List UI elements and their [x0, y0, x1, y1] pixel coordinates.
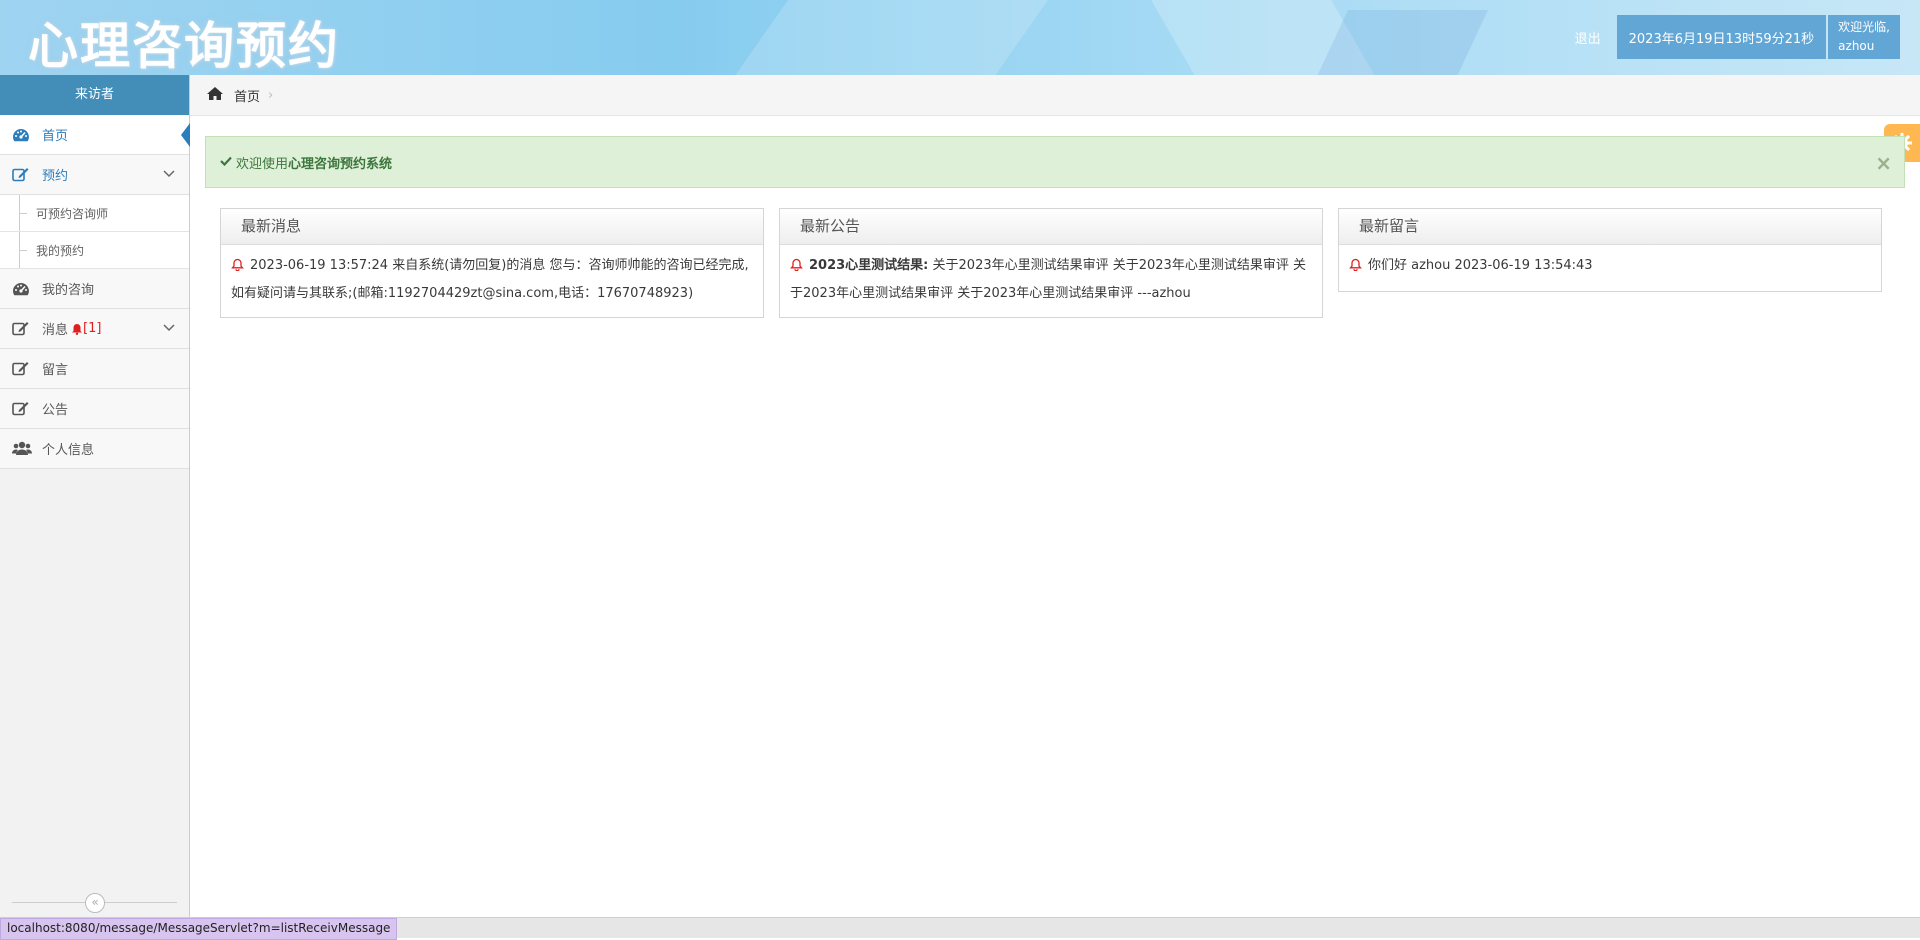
browser-status-bar: localhost:8080/message/MessageServlet?m=…: [0, 917, 1920, 940]
guestbook-text: 你们好 azhou 2023-06-19 13:54:43: [1368, 258, 1593, 273]
sidebar: 来访者 首页 预约 可预约咨询师 我的预约 我的咨询 消息 [1] 留言 公告 …: [0, 75, 190, 917]
bell-icon: [1349, 255, 1362, 281]
sidebar-item-label: 个人信息: [42, 443, 95, 458]
notice-entry[interactable]: 2023心里测试结果: 关于2023年心里测试结果审评 关于2023年心里测试结…: [780, 245, 1322, 315]
sidebar-item-booking[interactable]: 预约: [0, 155, 189, 195]
alert-system-name: 心理咨询预约系统: [288, 156, 393, 172]
app-logo: 心理咨询预约: [28, 17, 340, 75]
sidebar-item-label: 预约: [42, 169, 69, 184]
latest-notices-widget: 最新公告 2023心里测试结果: 关于2023年心里测试结果审评 关于2023年…: [779, 208, 1323, 318]
edit-icon: [12, 401, 32, 416]
welcome-alert: 欢迎使用 心理咨询预约系统 ×: [205, 136, 1905, 188]
collapse-icon[interactable]: «: [85, 893, 105, 913]
alert-prefix: 欢迎使用: [236, 156, 289, 172]
message-text: 2023-06-19 13:57:24 来自系统(请勿回复)的消息 您与：咨询师…: [231, 258, 749, 301]
check-icon: [220, 155, 232, 170]
welcome-text: 欢迎光临,: [1838, 20, 1890, 34]
widget-title: 最新留言: [1339, 209, 1881, 245]
sidebar-collapse-bar: «: [0, 887, 189, 917]
sidebar-item-guestbook[interactable]: 留言: [0, 349, 189, 389]
breadcrumb: 首页 ›: [190, 75, 1920, 116]
edit-icon: [12, 167, 32, 182]
guestbook-entry[interactable]: 你们好 azhou 2023-06-19 13:54:43: [1339, 245, 1881, 289]
latest-messages-widget: 最新消息 2023-06-19 13:57:24 来自系统(请勿回复)的消息 您…: [220, 208, 764, 318]
sidebar-item-label: 留言: [42, 363, 69, 378]
breadcrumb-separator: ›: [268, 87, 274, 103]
sidebar-item-home[interactable]: 首页: [0, 115, 190, 155]
home-icon[interactable]: [206, 86, 224, 105]
users-icon: [12, 441, 32, 456]
sidebar-subitem-label: 可预约咨询师: [36, 206, 109, 221]
username: azhou: [1838, 39, 1875, 53]
dashboard-icon: [12, 282, 32, 296]
dashboard-icon: [12, 128, 32, 142]
bell-icon: [790, 255, 803, 281]
sidebar-item-profile[interactable]: 个人信息: [0, 429, 189, 469]
sidebar-subitem-my-booking[interactable]: 我的预约: [0, 232, 189, 269]
sidebar-item-consult[interactable]: 我的咨询: [0, 269, 189, 309]
current-datetime: 2023年6月19日13时59分21秒: [1616, 15, 1827, 59]
message-entry[interactable]: 2023-06-19 13:57:24 来自系统(请勿回复)的消息 您与：咨询师…: [221, 245, 763, 315]
close-icon[interactable]: ×: [1875, 151, 1892, 175]
edit-icon: [12, 321, 32, 336]
notice-title: 2023心里测试结果:: [809, 258, 929, 273]
sidebar-item-label: 公告: [42, 403, 69, 418]
user-area: 退出 2023年6月19日13时59分21秒 欢迎光临, azhou: [1563, 15, 1900, 59]
sidebar-item-notice[interactable]: 公告: [0, 389, 189, 429]
top-header: 心理咨询预约 退出 2023年6月19日13时59分21秒 欢迎光临, azho…: [0, 0, 1920, 75]
welcome-box[interactable]: 欢迎光临, azhou: [1828, 15, 1900, 59]
sidebar-item-label: 我的咨询: [42, 283, 95, 298]
unread-badge: [1]: [71, 321, 101, 336]
sidebar-item-label: 消息: [42, 323, 69, 338]
sidebar-title: 来访者: [0, 75, 189, 115]
sidebar-subitem-counselors[interactable]: 可预约咨询师: [0, 195, 189, 232]
logout-link[interactable]: 退出: [1563, 15, 1613, 59]
sidebar-subitem-label: 我的预约: [36, 243, 85, 258]
header-decoration: [703, 0, 1077, 75]
widget-title: 最新公告: [780, 209, 1322, 245]
widget-title: 最新消息: [221, 209, 763, 245]
chevron-down-icon: [163, 167, 175, 182]
sidebar-item-label: 首页: [42, 129, 69, 144]
edit-icon: [12, 361, 32, 376]
chevron-down-icon: [163, 321, 175, 336]
breadcrumb-home[interactable]: 首页: [234, 86, 260, 105]
bell-icon: [72, 323, 83, 335]
bell-icon: [231, 255, 244, 281]
latest-guestbook-widget: 最新留言 你们好 azhou 2023-06-19 13:54:43: [1338, 208, 1882, 292]
unread-count: [1]: [83, 321, 102, 336]
sidebar-item-message[interactable]: 消息 [1]: [0, 309, 189, 349]
